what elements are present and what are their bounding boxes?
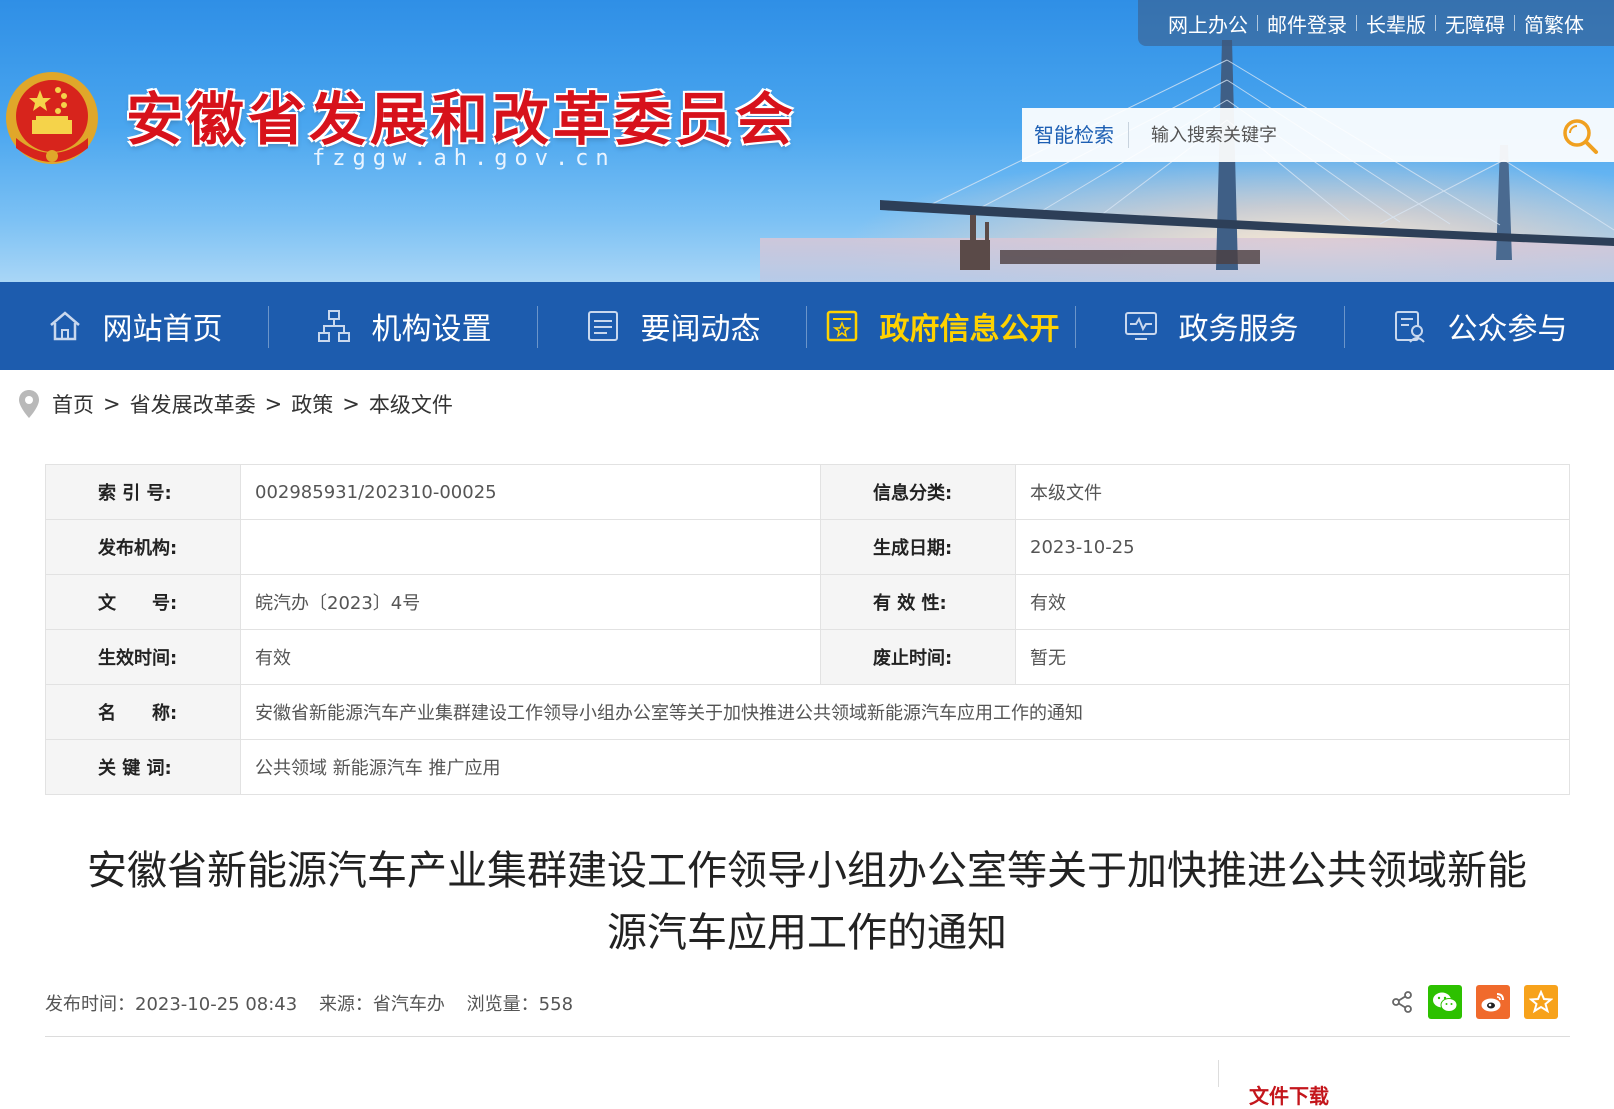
- breadcrumb-ndrc[interactable]: 省发展改革委: [130, 389, 256, 419]
- top-link-accessibility[interactable]: 无障碍: [1436, 9, 1514, 38]
- publisher-label: 发布机构:: [45, 519, 241, 575]
- breadcrumb-local-docs[interactable]: 本级文件: [369, 389, 453, 419]
- top-link-mail-login[interactable]: 邮件登录: [1258, 9, 1356, 38]
- nav-item-info-disclosure[interactable]: 政府信息公开: [807, 282, 1076, 370]
- main-nav: 网站首页 机构设置 要闻动态 政府信息公开 政务服务 公众参与: [0, 282, 1614, 370]
- article-title: 安徽省新能源汽车产业集群建设工作领导小组办公室等关于加快推进公共领域新能源汽车应…: [87, 848, 1527, 956]
- category-label: 信息分类:: [820, 464, 1016, 520]
- keywords-label: 关 键 词:: [45, 739, 241, 795]
- breadcrumb-separator: >: [264, 392, 283, 416]
- header-banner: 安徽省发展和改革委员会 fzggw.ah.gov.cn 网上办公 邮件登录 长辈…: [0, 0, 1614, 282]
- validity-label: 有 效 性:: [820, 574, 1016, 630]
- attachments-title: 文件下载: [1249, 1084, 1329, 1108]
- breadcrumb: 首页 > 省发展改革委 > 政策 > 本级文件: [18, 388, 453, 420]
- nav-item-label: 机构设置: [371, 312, 492, 347]
- info-disclosure-icon: [826, 310, 857, 342]
- nav-item-label: 要闻动态: [640, 312, 761, 347]
- document-info-table: 索 引 号: 002985931/202310-00025 信息分类: 本级文件…: [45, 464, 1570, 795]
- view-count: 浏览量：558: [466, 994, 574, 1015]
- weibo-icon[interactable]: [1476, 985, 1510, 1019]
- location-pin-icon: [19, 390, 39, 418]
- favorite-icon[interactable]: [1524, 985, 1558, 1019]
- nav-item-label: 网站首页: [102, 312, 223, 347]
- nav-item-label: 公众参与: [1447, 312, 1568, 347]
- breadcrumb-policy[interactable]: 政策: [291, 389, 333, 419]
- nav-item-gov-service[interactable]: 政务服务: [1076, 282, 1345, 370]
- keywords-value: 公共领域 新能源汽车 推广应用: [240, 739, 1570, 795]
- effective-time-label: 生效时间:: [45, 629, 241, 685]
- doc-no-value: 皖汽办〔2023〕4号: [240, 574, 821, 630]
- site-title: 安徽省发展和改革委员会: [126, 86, 797, 153]
- table-row: 名 称: 安徽省新能源汽车产业集群建设工作领导小组办公室等关于加快推进公共领域新…: [45, 684, 1570, 740]
- news-icon: [587, 311, 618, 341]
- nav-item-public-participation[interactable]: 公众参与: [1345, 282, 1614, 370]
- top-link-elder-version[interactable]: 长辈版: [1357, 9, 1435, 38]
- smart-search-label[interactable]: 智能检索: [1022, 122, 1129, 148]
- doc-name-label: 名 称:: [45, 684, 241, 740]
- national-emblem-logo: [6, 72, 98, 164]
- category-value: 本级文件: [1015, 464, 1570, 520]
- home-icon: [49, 311, 80, 341]
- attachments-panel: 文件下载: [1218, 1060, 1571, 1108]
- table-row: 关 键 词: 公共领域 新能源汽车 推广应用: [45, 739, 1570, 795]
- search-icon[interactable]: [1560, 116, 1600, 156]
- participation-icon: [1394, 311, 1425, 343]
- nav-item-label: 政府信息公开: [879, 312, 1060, 347]
- table-row: 发布机构: 生成日期: 2023-10-25: [45, 519, 1570, 575]
- table-row: 生效时间: 有效 废止时间: 暂无: [45, 629, 1570, 685]
- expire-time-label: 废止时间:: [820, 629, 1016, 685]
- breadcrumb-home[interactable]: 首页: [52, 389, 94, 419]
- nav-item-organization[interactable]: 机构设置: [269, 282, 538, 370]
- created-date-label: 生成日期:: [820, 519, 1016, 575]
- share-bar: [1390, 985, 1558, 1019]
- nav-item-label: 政务服务: [1178, 312, 1299, 347]
- search-box: 智能检索: [1022, 108, 1614, 162]
- org-chart-icon: [317, 310, 350, 342]
- site-domain: fzggw.ah.gov.cn: [312, 146, 616, 171]
- top-link-simplified-traditional[interactable]: 简繁体: [1515, 9, 1593, 38]
- top-links-bar: 网上办公 邮件登录 长辈版 无障碍 简繁体: [1138, 0, 1614, 46]
- effective-time-value: 有效: [240, 629, 821, 685]
- expire-time-value: 暂无: [1015, 629, 1570, 685]
- doc-name-value: 安徽省新能源汽车产业集群建设工作领导小组办公室等关于加快推进公共领域新能源汽车应…: [240, 684, 1570, 740]
- created-date-value: 2023-10-25: [1015, 519, 1570, 575]
- search-input[interactable]: [1149, 123, 1533, 147]
- publish-time: 发布时间：2023-10-25 08:43: [45, 994, 298, 1015]
- index-no-value: 002985931/202310-00025: [240, 464, 821, 520]
- table-row: 文 号: 皖汽办〔2023〕4号 有 效 性: 有效: [45, 574, 1570, 630]
- article-meta: 发布时间：2023-10-25 08:43 来源：省汽车办 浏览量：558: [45, 990, 589, 1016]
- nav-item-news[interactable]: 要闻动态: [538, 282, 807, 370]
- validity-value: 有效: [1015, 574, 1570, 630]
- article-source: 来源：省汽车办: [318, 994, 445, 1015]
- wechat-icon[interactable]: [1428, 985, 1462, 1019]
- breadcrumb-separator: >: [103, 392, 121, 416]
- breadcrumb-separator: >: [342, 392, 360, 416]
- meta-divider: [45, 1036, 1570, 1037]
- share-icon[interactable]: [1390, 990, 1414, 1014]
- publisher-value: [240, 519, 821, 575]
- doc-no-label: 文 号:: [45, 574, 241, 630]
- index-no-label: 索 引 号:: [45, 464, 241, 520]
- table-row: 索 引 号: 002985931/202310-00025 信息分类: 本级文件: [45, 464, 1570, 520]
- nav-item-home[interactable]: 网站首页: [0, 282, 269, 370]
- service-monitor-icon: [1124, 312, 1157, 340]
- top-link-online-office[interactable]: 网上办公: [1159, 9, 1257, 38]
